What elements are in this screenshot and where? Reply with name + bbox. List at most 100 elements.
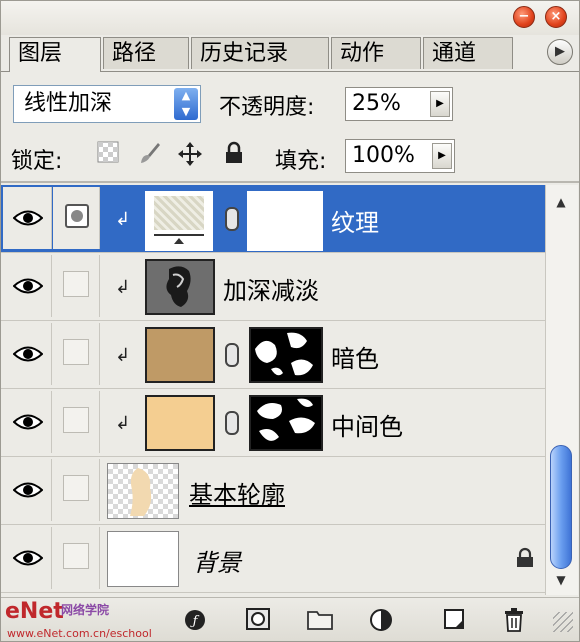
blend-mode-select[interactable]: 线性加深 ▲ ▼ [13, 85, 201, 123]
panel-menu-button[interactable]: ▶ [547, 39, 573, 65]
visibility-cell[interactable] [3, 391, 52, 453]
mask-link-icon[interactable] [225, 207, 239, 231]
layer-name[interactable]: 暗色 [331, 339, 379, 374]
opacity-value: 25% [352, 91, 401, 116]
mask-link-icon[interactable] [225, 343, 239, 367]
title-bar: − × [1, 1, 579, 35]
layer-row-midtone[interactable]: ↲ 中间色 [1, 389, 545, 457]
layer-thumbnail[interactable] [107, 531, 179, 587]
empty-link-box [63, 475, 89, 501]
delete-layer-trash-icon[interactable] [501, 608, 527, 632]
add-mask-icon[interactable] [245, 608, 271, 632]
layer-row-background[interactable]: 背景 [1, 525, 545, 593]
clipping-arrow-icon: ↲ [115, 413, 131, 434]
thumb-line [154, 234, 204, 236]
scroll-down-icon[interactable]: ▼ [550, 569, 572, 591]
tab-paths[interactable]: 路径 [103, 37, 189, 69]
fill-label: 填充: [275, 149, 327, 174]
opacity-field[interactable]: 25% ▶ [345, 87, 453, 121]
clipping-arrow-icon: ↲ [115, 345, 131, 366]
edit-target-cell[interactable] [53, 255, 100, 317]
layers-list: ↲ 纹理 ↲ 加深减淡 ↲ 暗色 ↲ 中间色 基本轮廓 背景 [1, 185, 545, 595]
layer-name[interactable]: 中间色 [331, 407, 403, 442]
visibility-cell[interactable] [3, 527, 52, 589]
visibility-cell[interactable] [3, 459, 52, 521]
eye-icon [13, 346, 43, 362]
layer-name[interactable]: 基本轮廓 [189, 475, 285, 510]
new-layer-icon[interactable] [441, 608, 467, 632]
mask-pattern-icon [257, 398, 315, 441]
resize-grip-icon[interactable] [553, 612, 573, 632]
layer-thumbnail[interactable] [145, 259, 215, 315]
empty-link-box [63, 407, 89, 433]
mask-link-icon[interactable] [225, 411, 239, 435]
layers-scrollbar[interactable]: ▲ ▼ [545, 185, 578, 595]
layer-thumbnail[interactable] [145, 327, 215, 383]
play-arrow-icon: ▶ [555, 44, 565, 59]
lock-position-move-icon[interactable] [177, 141, 203, 167]
lock-transparent-icon[interactable] [95, 141, 121, 167]
mask-thumbnail[interactable] [249, 327, 323, 383]
texture-thumbnail-icon [154, 196, 204, 230]
edit-target-cell[interactable] [53, 527, 100, 589]
fill-field[interactable]: 100% ▶ [345, 139, 455, 173]
layer-style-fx-icon[interactable]: ƒ [183, 608, 209, 632]
empty-link-box [63, 543, 89, 569]
scroll-thumb[interactable] [550, 445, 572, 569]
visibility-cell[interactable] [3, 187, 52, 249]
options-divider [1, 181, 579, 183]
layer-row-base-outline[interactable]: 基本轮廓 [1, 457, 545, 525]
mask-pattern-icon [255, 332, 313, 376]
minimize-button[interactable]: − [513, 6, 535, 28]
tab-layers[interactable]: 图层 [9, 37, 101, 72]
watermark-url: www.eNet.com.cn/eschool [7, 627, 152, 640]
outline-shape-icon [130, 468, 152, 516]
edit-target-cell[interactable] [53, 391, 100, 453]
adjustment-layer-icon[interactable] [369, 608, 395, 632]
layer-name[interactable]: 加深减淡 [223, 271, 319, 306]
clipping-arrow-icon: ↲ [115, 277, 131, 298]
close-icon: × [550, 9, 562, 24]
lock-image-brush-icon[interactable] [137, 141, 163, 167]
new-group-folder-icon[interactable] [307, 608, 333, 632]
mask-thumbnail[interactable] [249, 395, 323, 451]
clipping-arrow-icon: ↲ [115, 209, 131, 230]
edit-target-cell[interactable] [53, 187, 100, 249]
thumb-triangle-icon [174, 238, 184, 244]
dodge-burn-thumbnail-icon [166, 266, 191, 307]
eye-icon [13, 210, 43, 226]
close-button[interactable]: × [545, 6, 567, 28]
empty-link-box [63, 271, 89, 297]
layer-row-dodge-burn[interactable]: ↲ 加深减淡 [1, 253, 545, 321]
panel-tabs: 图层 路径 历史记录 动作 通道 [9, 37, 575, 72]
tab-history[interactable]: 历史记录 [191, 37, 329, 69]
layer-row-texture[interactable]: ↲ 纹理 [1, 185, 545, 253]
fill-slider-button[interactable]: ▶ [432, 143, 452, 169]
opacity-label: 不透明度: [219, 95, 315, 120]
visibility-cell[interactable] [3, 323, 52, 385]
layer-name[interactable]: 纹理 [331, 203, 379, 238]
visibility-cell[interactable] [3, 255, 52, 317]
minimize-icon: − [518, 9, 530, 24]
layer-thumbnail[interactable] [145, 191, 213, 251]
layer-row-dark[interactable]: ↲ 暗色 [1, 321, 545, 389]
opacity-slider-button[interactable]: ▶ [430, 91, 450, 117]
locked-lock-icon [515, 547, 535, 573]
layer-thumbnail[interactable] [107, 463, 179, 519]
layer-mask-edit-icon [65, 204, 89, 228]
enet-logo: eNet [5, 599, 64, 624]
edit-target-cell[interactable] [53, 459, 100, 521]
lock-all-icon[interactable] [221, 141, 247, 167]
tab-actions[interactable]: 动作 [331, 37, 421, 69]
watermark-cn: 网络学院 [61, 603, 110, 617]
layer-thumbnail[interactable] [145, 395, 215, 451]
edit-target-cell[interactable] [53, 323, 100, 385]
fill-value: 100% [352, 143, 415, 168]
tab-channels[interactable]: 通道 [423, 37, 513, 69]
scroll-up-icon[interactable]: ▲ [550, 191, 572, 213]
mask-thumbnail[interactable] [247, 191, 323, 251]
layer-name[interactable]: 背景 [193, 543, 241, 578]
eye-icon [13, 482, 43, 498]
lock-label: 锁定: [11, 149, 63, 174]
eye-icon [13, 550, 43, 566]
